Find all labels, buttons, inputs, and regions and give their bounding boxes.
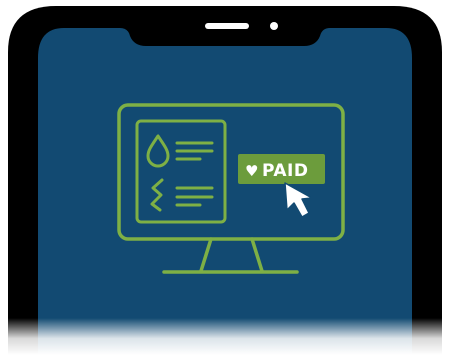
phone-icon: ♥ PAID	[8, 6, 442, 355]
paid-label: PAID	[262, 161, 309, 181]
paid-badge: ♥ PAID	[238, 154, 325, 184]
illustration: ♥ PAID	[0, 0, 450, 355]
camera-icon	[270, 22, 278, 30]
heart-icon: ♥	[245, 162, 258, 180]
speaker-icon	[205, 23, 249, 29]
